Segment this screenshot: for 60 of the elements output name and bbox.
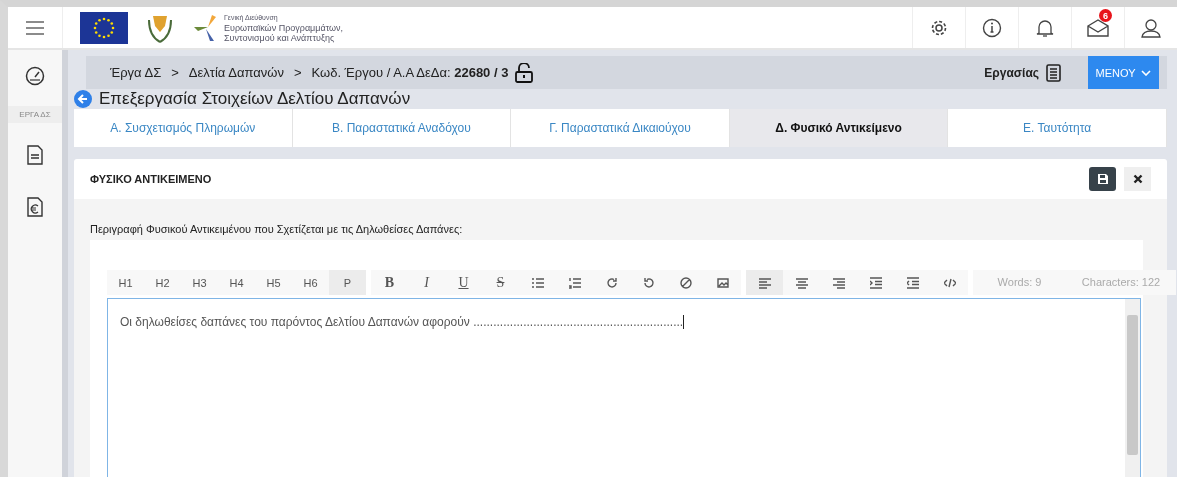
format-button[interactable]: U <box>445 270 482 295</box>
sidebar-section-label: ΕΡΓΑ ΔΣ <box>8 106 62 123</box>
save-icon <box>1096 173 1109 185</box>
scrollbar[interactable] <box>1125 299 1140 477</box>
card-title: ΦΥΣΙΚΟ ΑΝΤΙΚΕΙΜΕΝΟ <box>90 173 213 185</box>
save-button[interactable] <box>1089 167 1116 191</box>
format-button[interactable]: B <box>371 270 408 295</box>
logo-text: Συντονισμού και Ανάπτυξης <box>224 32 335 43</box>
breadcrumb-separator: > <box>171 65 179 80</box>
align-right-icon <box>832 276 845 289</box>
image-icon <box>716 276 729 289</box>
flag-icon <box>80 11 128 44</box>
format-button[interactable]: H5 <box>255 270 292 295</box>
list-document-icon[interactable] <box>1046 63 1061 82</box>
align-left-button[interactable] <box>746 270 783 295</box>
page-title: Επεξεργασία Στοιχείων Δελτίου Δαπανών <box>99 89 411 109</box>
tab[interactable]: Α. Συσχετισμός Πληρωμών <box>74 109 293 147</box>
character-count: Characters: 122 <box>1080 275 1162 290</box>
mail-icon[interactable] <box>1087 18 1109 37</box>
text-editor[interactable]: Οι δηλωθείσες δαπάνες του παρόντος Δελτίου Δαπανών αφορούν ............................................................... <box>107 298 1141 477</box>
format-button[interactable]: H6 <box>292 270 329 295</box>
format-button[interactable]: S <box>482 270 519 295</box>
bell-icon[interactable] <box>1036 17 1054 38</box>
format-button[interactable]: H1 <box>107 270 144 295</box>
format-button[interactable]: I <box>408 270 445 295</box>
align-left-icon <box>758 276 771 289</box>
outdent-icon <box>906 276 919 289</box>
format-button[interactable]: H2 <box>144 270 181 295</box>
logo-text: Ευρωπαϊκών Προγραμμάτων, <box>224 22 344 33</box>
redo-icon <box>605 276 618 289</box>
user-icon[interactable] <box>1141 17 1161 38</box>
field-label: Περιγραφή Φυσικού Αντικειμένου που Σχετίζεται με τις Δηλωθείσες Δαπάνες: <box>90 223 464 235</box>
close-icon <box>1132 174 1143 184</box>
lock-icon <box>515 62 534 83</box>
clear-icon <box>679 276 692 289</box>
format-button[interactable]: P <box>329 270 366 295</box>
indent-icon <box>869 276 882 289</box>
breadcrumb-link[interactable]: Δελτία Δαπανών <box>188 65 284 80</box>
code-icon <box>943 276 956 289</box>
breadcrumb-separator: > <box>293 65 302 80</box>
info-icon[interactable] <box>982 17 1002 38</box>
menu-icon[interactable] <box>26 20 44 35</box>
word-count: Words: 9 <box>996 275 1043 290</box>
numbers-icon <box>568 276 581 289</box>
notification-badge: 6 <box>1099 9 1112 22</box>
undo-icon <box>642 276 655 289</box>
format-button[interactable]: H4 <box>218 270 255 295</box>
format-button[interactable]: H3 <box>181 270 218 295</box>
gauge-icon[interactable] <box>25 66 45 86</box>
tasks-label: Εργασίας <box>984 65 1039 80</box>
euro-document-icon[interactable] <box>27 197 43 217</box>
breadcrumb-link[interactable]: Έργα ΔΣ <box>110 65 162 80</box>
chevron-down-icon <box>1141 69 1152 76</box>
align-center-icon <box>795 276 808 289</box>
document-icon[interactable] <box>27 145 43 165</box>
menu-button[interactable]: ΜΕΝΟΥ <box>1088 56 1159 89</box>
editor-text: Οι δηλωθείσες δαπάνες του παρόντος Δελτίου Δαπανών αφορούν ............................................................... <box>120 315 684 329</box>
bullets-icon <box>531 276 544 289</box>
close-button[interactable] <box>1124 167 1151 191</box>
tab[interactable]: Δ. Φυσικό Αντικείμενο <box>729 109 949 147</box>
